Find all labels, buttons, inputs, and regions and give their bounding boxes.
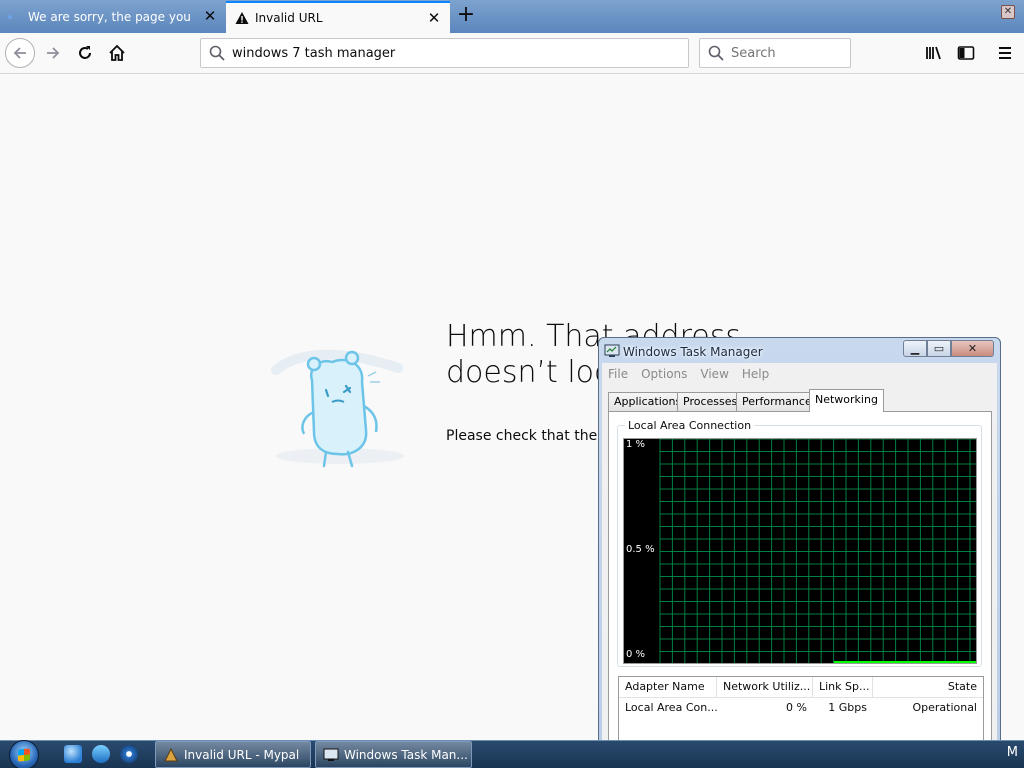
menu-file[interactable]: File <box>608 367 628 381</box>
networking-panel: Local Area Connection 1 % 0.5 % 0 % Adap… <box>608 411 992 768</box>
sidebar-icon <box>957 46 975 60</box>
window-close-button[interactable]: ✕ <box>1001 5 1015 19</box>
minimize-button[interactable]: ▁ <box>903 340 927 357</box>
cell-link-speed: 1 Gbps <box>828 701 867 714</box>
task-manager-titlebar[interactable]: Windows Task Manager ▁ ▭ ✕ <box>599 338 1000 364</box>
cell-state: Operational <box>912 701 977 714</box>
taskbar-button-label: Invalid URL - Mypal <box>184 747 300 762</box>
internet-explorer-icon[interactable] <box>64 745 82 763</box>
arrow-right-icon <box>47 47 60 59</box>
taskbar-button-label: Windows Task Man... <box>344 747 468 762</box>
taskbar-button-browser[interactable]: Invalid URL - Mypal <box>155 741 311 768</box>
media-player-icon[interactable] <box>120 745 138 763</box>
cell-adapter-name: Local Area Con... <box>625 701 717 714</box>
graph-grid <box>659 439 976 663</box>
library-icon <box>926 46 941 60</box>
tray-text: M <box>1006 745 1018 760</box>
warning-icon <box>235 12 249 24</box>
adapter-list-header: Adapter Name Network Utiliz... Link Sp..… <box>619 677 983 698</box>
tab-networking[interactable]: Networking <box>809 389 884 412</box>
sidebar-button[interactable] <box>951 38 981 68</box>
search-icon <box>209 45 225 61</box>
home-icon <box>109 44 125 61</box>
task-manager-icon <box>604 344 620 357</box>
navigation-toolbar: windows 7 tash manager Search <box>0 33 1024 74</box>
taskbar: Invalid URL - Mypal Windows Task Man... … <box>0 740 1024 768</box>
task-manager-body: Applications Processes Performance Netwo… <box>602 384 997 768</box>
tab-applications[interactable]: Applications <box>608 392 688 411</box>
minimize-icon: ▁ <box>910 342 920 355</box>
task-manager-menubar: File Options View Help <box>602 363 997 384</box>
hamburger-menu-icon <box>999 47 1011 59</box>
arrow-left-icon <box>13 47 26 59</box>
mypal-icon <box>164 747 178 761</box>
tab-title: Invalid URL <box>255 11 323 25</box>
forward-button[interactable] <box>38 38 68 68</box>
search-icon <box>708 45 724 61</box>
column-link-speed[interactable]: Link Sp... <box>813 677 873 698</box>
restore-icon: ▭ <box>933 342 945 355</box>
url-input[interactable]: windows 7 tash manager <box>232 46 395 61</box>
confused-mascot-illustration <box>271 349 404 468</box>
home-button[interactable] <box>102 38 132 68</box>
menu-button[interactable] <box>990 38 1020 68</box>
maximize-button[interactable]: ▭ <box>927 340 951 357</box>
new-tab-button[interactable]: + <box>455 4 477 28</box>
reload-icon <box>79 46 91 59</box>
tab-page-not-found[interactable]: We are sorry, the page you requested can… <box>0 1 226 33</box>
task-manager-window[interactable]: Windows Task Manager ▁ ▭ ✕ File Options … <box>598 337 1001 768</box>
group-label: Local Area Connection <box>625 419 755 432</box>
task-manager-title: Windows Task Manager <box>623 345 763 359</box>
tab-strip: We are sorry, the page you requested can… <box>0 0 1024 33</box>
explorer-icon[interactable] <box>92 745 110 763</box>
column-adapter-name[interactable]: Adapter Name <box>619 677 717 698</box>
library-button[interactable] <box>919 38 949 68</box>
y-label-max: 1 % <box>626 439 646 450</box>
column-state[interactable]: State <box>873 677 983 698</box>
network-utilization-graph: 1 % 0.5 % 0 % <box>623 438 977 664</box>
menu-options[interactable]: Options <box>641 367 687 381</box>
task-manager-icon <box>323 748 339 761</box>
menu-view[interactable]: View <box>700 367 728 381</box>
start-button[interactable] <box>9 740 39 768</box>
y-label-min: 0 % <box>626 649 646 660</box>
tab-performance[interactable]: Performance <box>736 392 818 411</box>
column-network-utilization[interactable]: Network Utiliz... <box>717 677 813 698</box>
y-label-mid: 0.5 % <box>626 544 655 555</box>
close-icon: ✕ <box>967 342 978 355</box>
search-placeholder[interactable]: Search <box>731 46 776 61</box>
menu-help[interactable]: Help <box>742 367 769 381</box>
loading-dot-icon <box>8 15 12 19</box>
back-button[interactable] <box>5 38 35 68</box>
url-bar[interactable]: windows 7 tash manager <box>200 38 689 68</box>
taskbar-button-task-manager[interactable]: Windows Task Man... <box>315 741 472 768</box>
cell-utilization: 0 % <box>786 701 807 714</box>
reload-button[interactable] <box>70 38 100 68</box>
tab-invalid-url[interactable]: Invalid URL ✕ <box>226 1 450 33</box>
search-bar[interactable]: Search <box>699 38 851 68</box>
close-tab-icon[interactable]: ✕ <box>202 8 218 24</box>
close-tab-icon[interactable]: ✕ <box>426 10 442 26</box>
tab-processes[interactable]: Processes <box>677 392 744 411</box>
tab-title: We are sorry, the page you requested can… <box>28 10 190 24</box>
close-button[interactable]: ✕ <box>951 340 994 357</box>
